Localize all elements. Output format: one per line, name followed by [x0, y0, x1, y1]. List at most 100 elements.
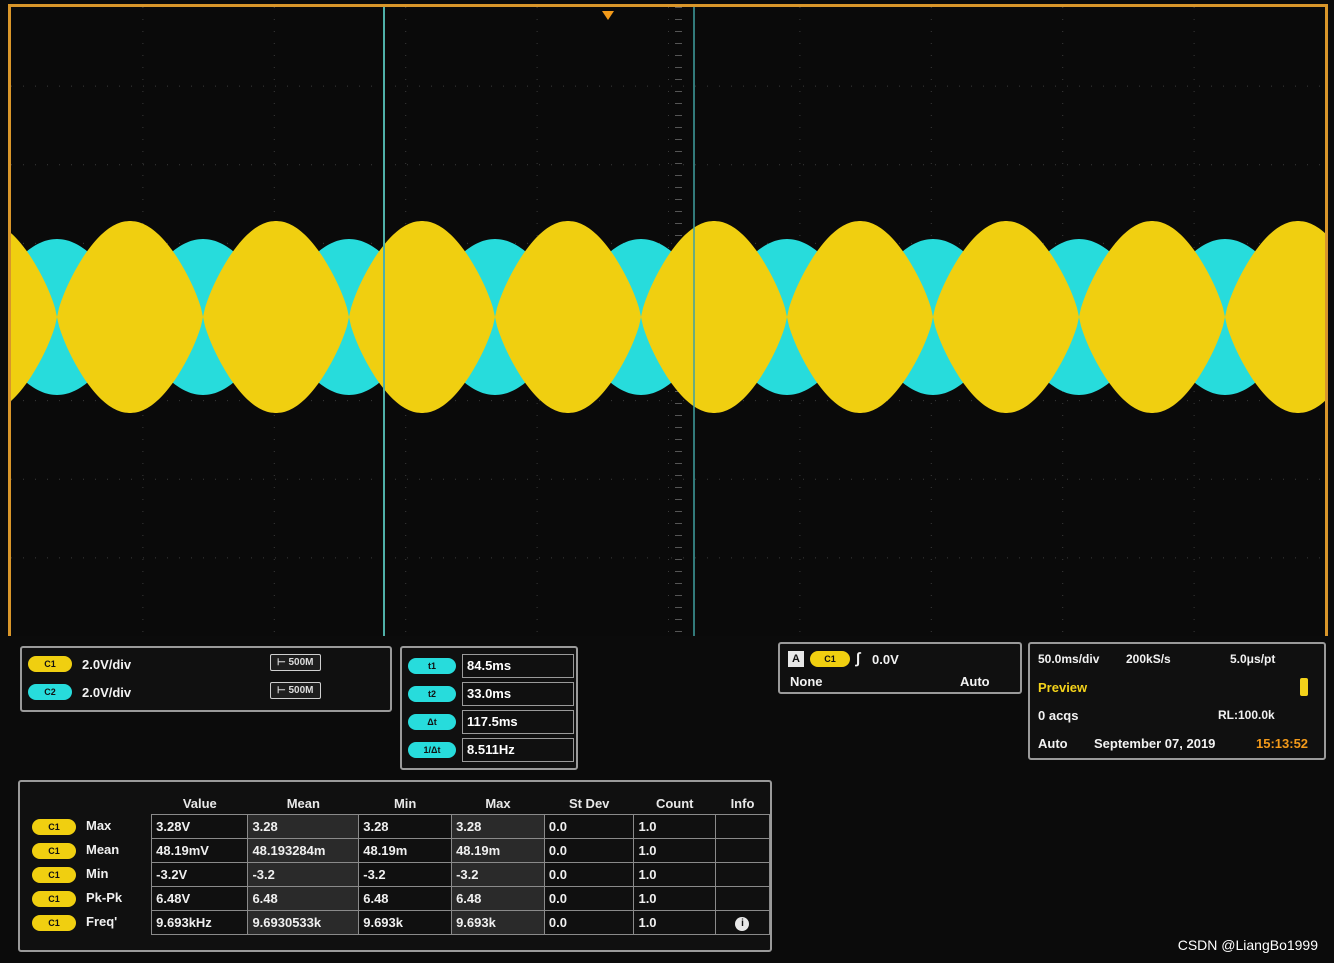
measurement-cell: -3.2: [247, 862, 360, 887]
measurement-cell: 6.48: [358, 886, 453, 911]
cursor-delta-value: 117.5ms: [462, 710, 574, 734]
cursor-readout-panel: t1 84.5ms t2 33.0ms Δt 117.5ms 1/Δt 8.51…: [400, 646, 578, 770]
rising-edge-icon: ∫: [856, 650, 861, 667]
measurement-name: Freq': [86, 914, 118, 930]
control-panel: C1 2.0V/div ⊢ 500M C2 2.0V/div ⊢ 500M t1…: [0, 636, 1334, 963]
measurement-cell: 0.0: [543, 838, 635, 863]
cursor-t1-value: 84.5ms: [462, 654, 574, 678]
channel-2-bandwidth[interactable]: ⊢ 500M: [270, 682, 321, 699]
measurement-cell: -3.2: [451, 862, 545, 887]
measurement-cell: 3.28: [358, 814, 453, 839]
acquisition-count: 0 acqs: [1038, 708, 1079, 723]
measurement-cell: 0.0: [543, 910, 635, 935]
measurement-header-row: Value Mean Min Max St Dev Count Info: [28, 792, 770, 815]
measurement-header-3: Min: [393, 795, 417, 811]
measurement-cell: -3.2V: [151, 862, 249, 887]
bandwidth-limit-icon: ⊢: [277, 685, 286, 696]
measurement-cell: 48.193284m: [247, 838, 360, 863]
measurement-header-5: St Dev: [568, 795, 610, 811]
measurement-cell: 3.28: [451, 814, 545, 839]
measurement-cell: 3.28V: [151, 814, 249, 839]
channel-1-bandwidth[interactable]: ⊢ 500M: [270, 654, 321, 671]
measurement-cell: 1.0: [633, 862, 716, 887]
measurement-header-6: Count: [655, 795, 694, 811]
record-length: RL:100.0k: [1218, 708, 1275, 722]
trigger-source-badge[interactable]: C1: [810, 651, 850, 667]
measurement-cell: 9.693k: [451, 910, 545, 935]
measurement-source-badge: C1: [32, 914, 76, 931]
measurement-cell: -3.2: [358, 862, 453, 887]
cursor-delta-badge[interactable]: Δt: [408, 714, 456, 730]
measurement-name: Max: [86, 818, 112, 834]
acquisition-state: Preview: [1038, 680, 1088, 695]
measurement-header-1: Value: [182, 795, 217, 811]
trigger-panel[interactable]: A C1 ∫ 0.0V None Auto: [778, 642, 1022, 694]
channel-1-badge[interactable]: C1: [28, 656, 72, 672]
measurement-info: [714, 838, 771, 863]
measurement-name: Pk-Pk: [86, 890, 123, 906]
measurement-source-badge: C1: [32, 890, 76, 907]
cursor-t2-badge[interactable]: t2: [408, 686, 456, 702]
measurement-info: [714, 886, 771, 911]
measurement-label: C1 Max: [28, 815, 152, 839]
measurement-source-badge: C1: [32, 842, 76, 859]
run-mode: Auto: [1038, 736, 1068, 751]
measurement-cell: 0.0: [543, 886, 635, 911]
trigger-status-icon: [1300, 678, 1308, 696]
measurement-cell: 48.19mV: [151, 838, 249, 863]
bandwidth-limit-icon: ⊢: [277, 657, 286, 668]
trigger-level[interactable]: 0.0V: [872, 652, 899, 667]
measurement-cell: 0.0: [543, 862, 635, 887]
measurement-cell: 6.48: [247, 886, 360, 911]
measurement-cell: 9.693k: [358, 910, 453, 935]
measurement-label: C1 Pk-Pk: [28, 887, 152, 911]
measurement-name: Mean: [86, 842, 120, 858]
measurement-panel: Value Mean Min Max St Dev Count Info C1 Max 3.28…: [18, 780, 772, 952]
info-icon[interactable]: i: [735, 917, 750, 931]
channel-2-badge[interactable]: C2: [28, 684, 72, 700]
measurement-header-4: Max: [485, 795, 511, 811]
measurement-row[interactable]: C1 Pk-Pk 6.48V 6.48 6.48 6.48 0.0 1.0: [28, 886, 771, 911]
waveform-canvas: [11, 7, 1325, 636]
measurement-cell: 9.6930533k: [247, 910, 360, 935]
measurement-row[interactable]: C1 Min -3.2V -3.2 -3.2 -3.2 0.0 1.0: [28, 862, 771, 887]
waveform-display[interactable]: [8, 4, 1328, 636]
measurement-label: C1 Min: [28, 863, 152, 887]
measurement-table: Value Mean Min Max St Dev Count Info C1 Max 3.28…: [28, 792, 771, 935]
channel-2-scale[interactable]: 2.0V/div: [82, 685, 131, 700]
measurement-label: C1 Freq': [28, 911, 152, 935]
measurement-header-7: Info: [730, 795, 755, 811]
measurement-cell: 1.0: [633, 814, 716, 839]
measurement-source-badge: C1: [32, 818, 76, 835]
measurement-cell: 48.19m: [358, 838, 453, 863]
trigger-mode: Auto: [960, 674, 990, 689]
trigger-position-marker[interactable]: [602, 11, 614, 20]
measurement-row[interactable]: C1 Mean 48.19mV 48.193284m 48.19m 48.19m 0.0 1.…: [28, 838, 771, 863]
measurement-cell: 1.0: [633, 910, 716, 935]
measurement-header-2: Mean: [286, 795, 320, 811]
measurement-row[interactable]: C1 Freq' 9.693kHz 9.6930533k 9.693k 9.693k 0.0…: [28, 910, 771, 935]
measurement-label: C1 Mean: [28, 839, 152, 863]
cursor-t2-value: 33.0ms: [462, 682, 574, 706]
measurement-source-badge: C1: [32, 866, 76, 883]
sample-rate: 200kS/s: [1126, 652, 1171, 666]
measurement-cell: 9.693kHz: [151, 910, 249, 935]
measurement-cell: 3.28: [247, 814, 360, 839]
channel-1-scale[interactable]: 2.0V/div: [82, 657, 131, 672]
channel-settings-panel: C1 2.0V/div ⊢ 500M C2 2.0V/div ⊢ 500M: [20, 646, 392, 712]
date: September 07, 2019: [1094, 736, 1216, 751]
measurement-cell: 1.0: [633, 886, 716, 911]
cursor-inverse-delta-value: 8.511Hz: [462, 738, 574, 762]
measurement-name: Min: [86, 866, 109, 882]
cursor-inverse-delta-badge[interactable]: 1/Δt: [408, 742, 456, 758]
measurement-cell: 1.0: [633, 838, 716, 863]
timebase[interactable]: 50.0ms/div: [1038, 652, 1099, 666]
measurement-row[interactable]: C1 Max 3.28V 3.28 3.28 3.28 0.0 1.0: [28, 814, 771, 839]
cursor-t1-badge[interactable]: t1: [408, 658, 456, 674]
time: 15:13:52: [1256, 736, 1309, 751]
measurement-cell: 6.48: [451, 886, 545, 911]
measurement-cell: 0.0: [543, 814, 635, 839]
watermark: CSDN @LiangBo1999: [1177, 937, 1318, 953]
trigger-coupling: None: [790, 674, 823, 689]
acquisition-panel[interactable]: 50.0ms/div 200kS/s 5.0μs/pt Preview 0 ac…: [1028, 642, 1326, 760]
